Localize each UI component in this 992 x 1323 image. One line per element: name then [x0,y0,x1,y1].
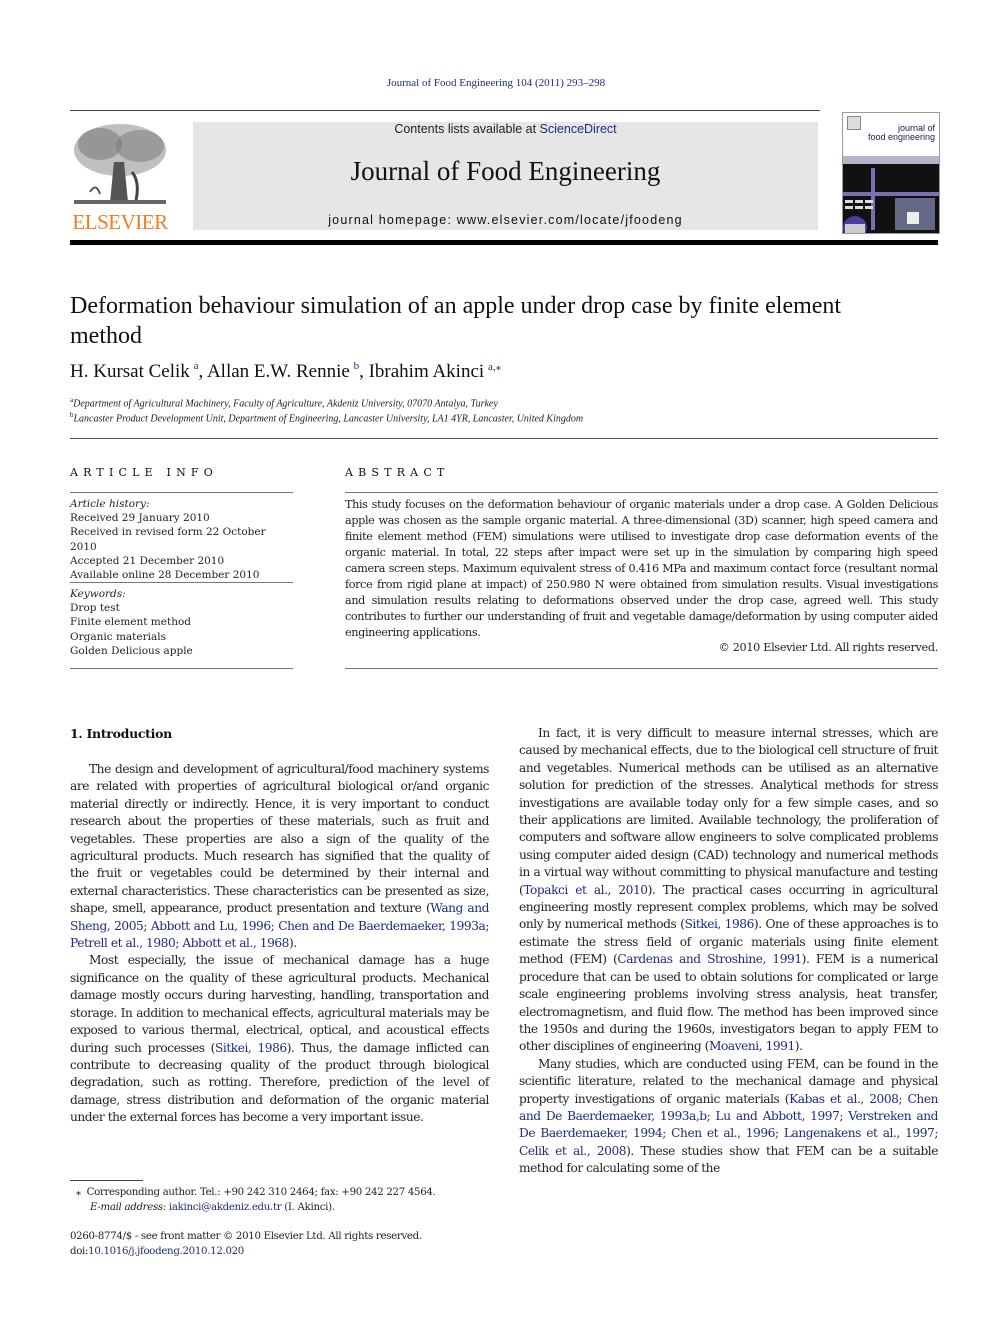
citation-link[interactable]: Sitkei, 1986 [684,917,754,931]
history-item: Accepted 21 December 2010 [70,554,225,567]
doi-link[interactable]: 10.1016/j.jfoodeng.2010.12.020 [88,1246,244,1257]
contents-prefix: Contents lists available at [394,122,540,136]
footnote-rule [70,1180,143,1181]
paragraph: Many studies, which are conducted using … [519,1056,939,1176]
affiliation: aDepartment of Agricultural Machinery, F… [70,396,498,410]
citation-link[interactable]: Cardenas and Stroshine, 1991 [617,952,802,966]
author-list: H. Kursat Celik a, Allan E.W. Rennie b, … [70,360,502,382]
top-rule [70,110,820,111]
keyword: Drop test [70,602,120,615]
elsevier-wordmark: ELSEVIER [72,210,168,234]
paragraph: Most especially, the issue of mechanical… [70,953,489,1125]
divider [70,582,293,583]
cover-graphic-icon [843,164,939,233]
divider [70,438,938,439]
journal-title: Journal of Food Engineering [350,156,661,186]
cover-publisher-icon [847,116,861,130]
divider [70,492,293,493]
affiliation: bLancaster Product Development Unit, Dep… [70,411,584,425]
divider [345,492,938,493]
author-name[interactable]: Allan E.W. Rennie [207,361,350,382]
history-item: Available online 28 December 2010 [70,569,260,582]
header-divider [70,240,938,245]
elsevier-logo[interactable]: ELSEVIER [70,122,170,234]
author-affiliation-mark[interactable]: a [194,360,199,372]
running-head[interactable]: Journal of Food Engineering 104 (2011) 2… [0,77,992,89]
journal-cover-thumbnail[interactable]: journal of food engineering [842,112,940,234]
history-item: Received 29 January 2010 [70,512,210,525]
keyword: Organic materials [70,630,166,643]
citation-link[interactable]: Moaveni, 1991 [709,1039,795,1053]
article-title: Deformation behaviour simulation of an a… [70,293,842,349]
article-history: Article history: Received 29 January 201… [70,497,295,582]
abstract-copyright: © 2010 Elsevier Ltd. All rights reserved… [718,641,939,654]
sciencedirect-link[interactable]: ScienceDirect [540,122,617,136]
keyword: Golden Delicious apple [70,644,193,657]
journal-homepage[interactable]: journal homepage: www.elsevier.com/locat… [193,213,818,227]
author-affiliation-mark[interactable]: a,⁎ [488,361,501,373]
divider [345,668,938,669]
corresponding-author-footnote: ⁎ Corresponding author. Tel.: +90 242 31… [75,1187,436,1213]
citation-link[interactable]: Sitkei, 1986 [215,1041,287,1055]
cover-artwork [843,164,939,233]
body-column-right: In fact, it is very difficult to measure… [519,725,938,1178]
divider [70,668,293,669]
front-matter: 0260-8774/$ - see front matter © 2010 El… [70,1231,422,1257]
body-column-left: The design and development of agricultur… [70,761,489,1127]
article-info-heading: ARTICLE INFO [70,466,218,479]
abstract-heading: ABSTRACT [345,466,450,479]
keyword: Finite element method [70,616,192,629]
journal-banner: Contents lists available at ScienceDirec… [193,122,818,230]
elsevier-tree-icon [70,122,170,206]
asterisk-mark: ⁎ [75,1187,81,1198]
history-item: Received in revised form 22 October 2010 [70,526,266,553]
author-name[interactable]: H. Kursat Celik [70,361,190,382]
author-name[interactable]: Ibrahim Akinci [369,361,485,382]
cover-title: journal of food engineering [867,123,935,142]
email-link[interactable]: iakinci@akdeniz.edu.tr [169,1202,282,1213]
paragraph: In fact, it is very difficult to measure… [519,726,939,1054]
contents-line: Contents lists available at ScienceDirec… [193,122,818,136]
abstract-text: This study focuses on the deformation be… [345,498,938,639]
keywords: Keywords: Drop test Finite element metho… [70,587,295,658]
author-affiliation-mark[interactable]: b [354,360,360,372]
paragraph: The design and development of agricultur… [70,762,490,951]
citation-link[interactable]: Topakci et al., 2010 [523,883,648,897]
section-heading: 1. Introduction [70,726,172,741]
